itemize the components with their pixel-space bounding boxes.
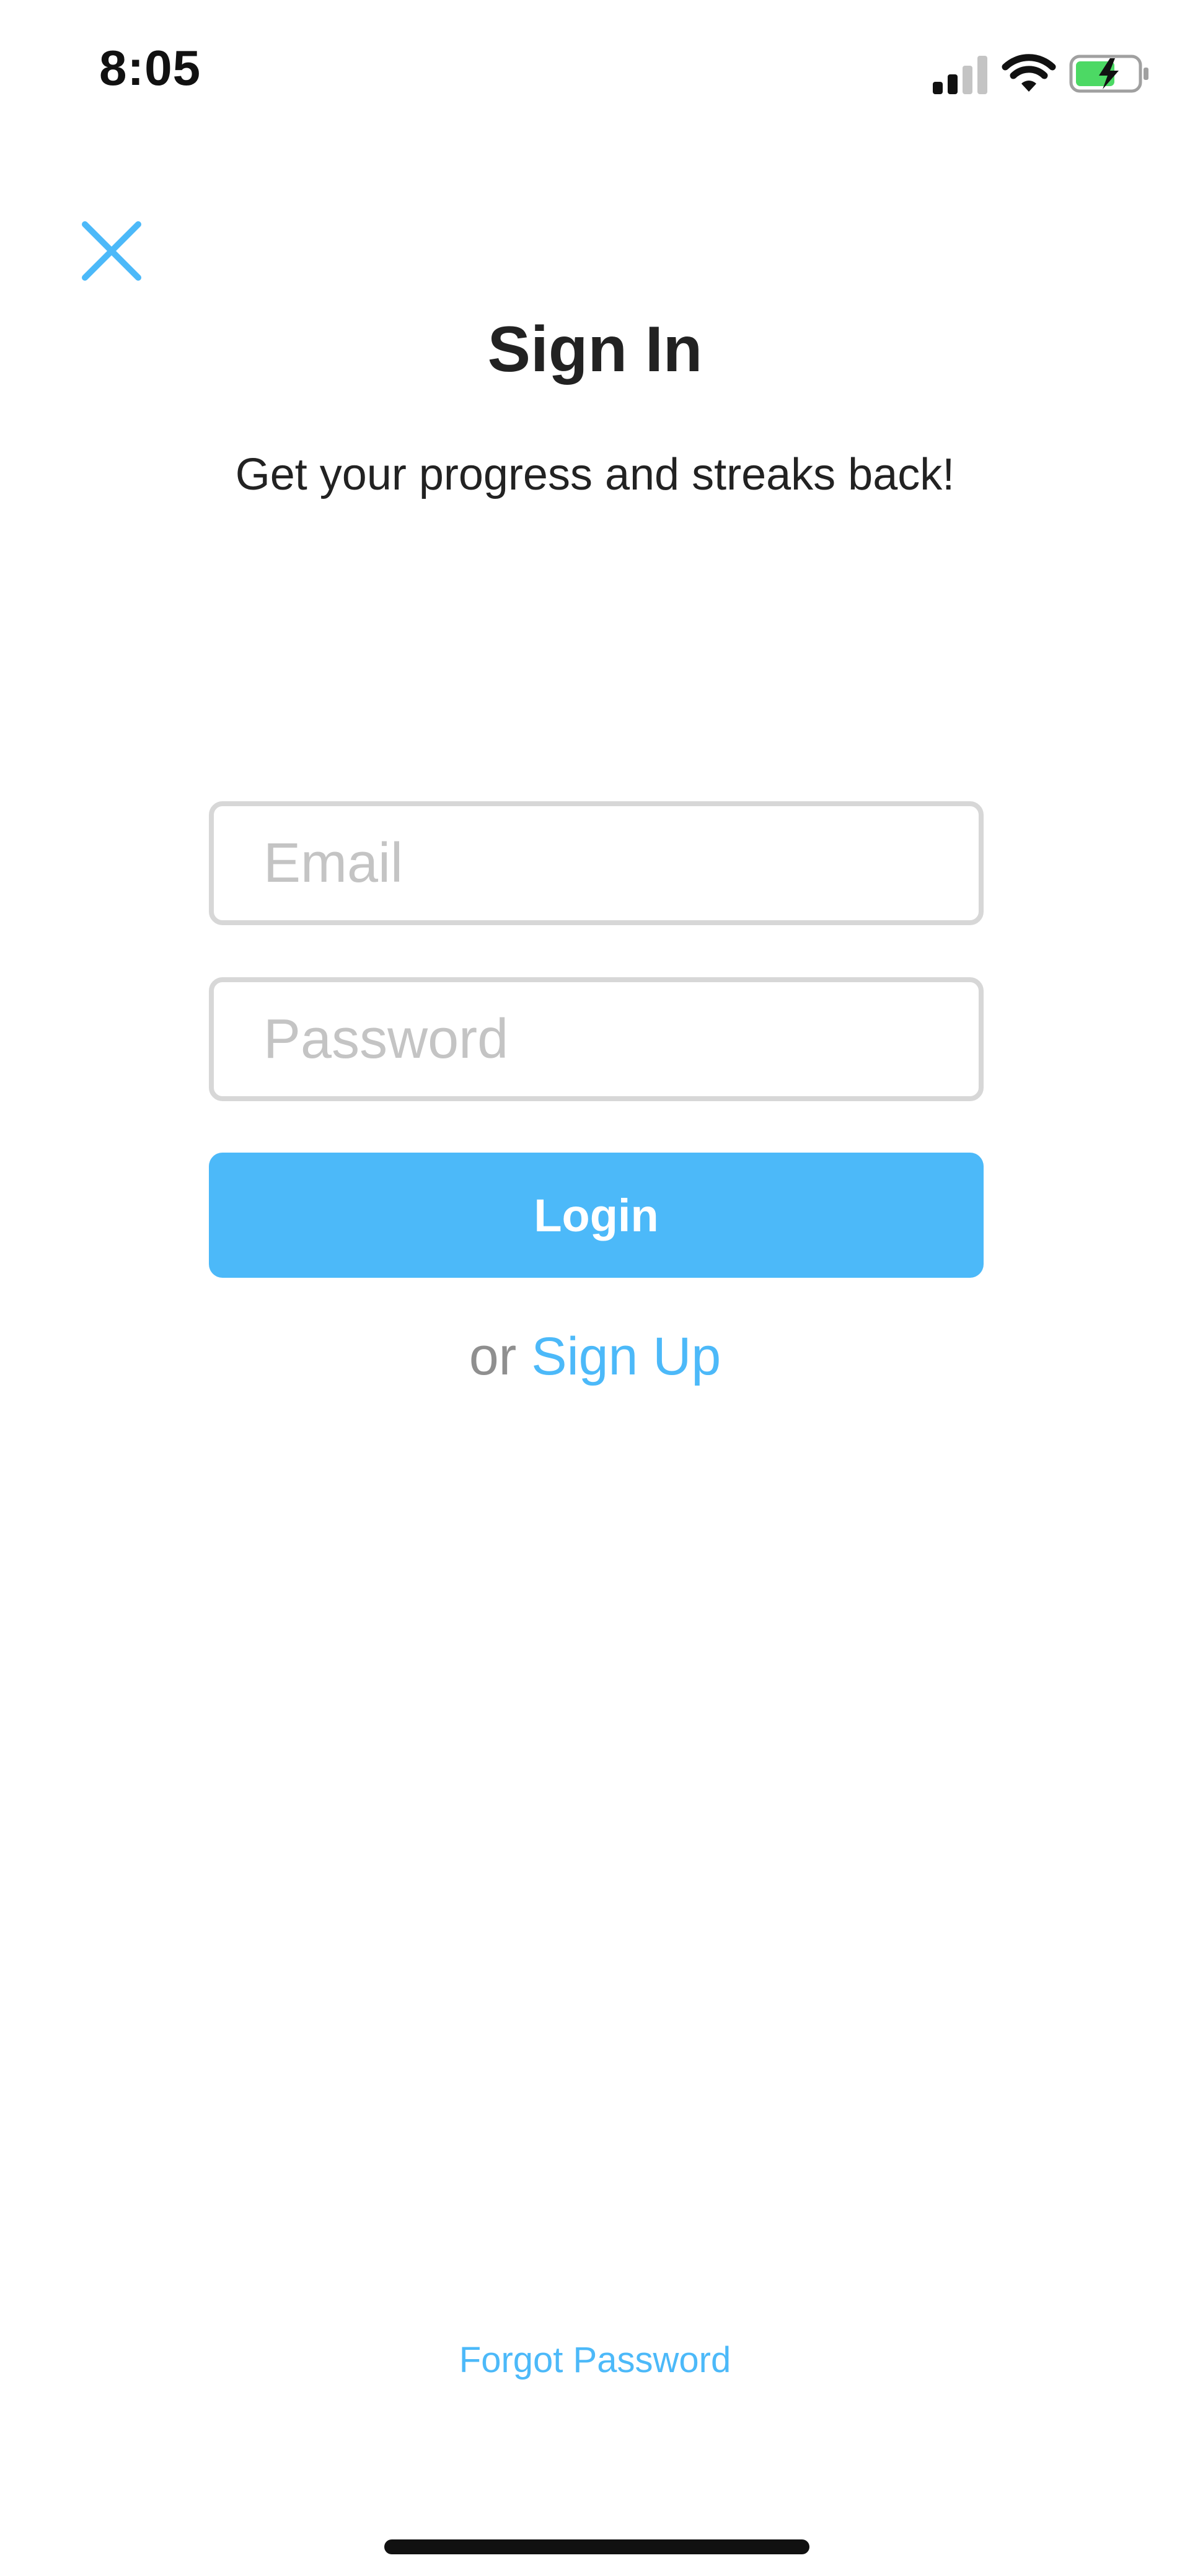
or-text: or <box>469 1327 517 1386</box>
wifi-icon <box>1002 54 1056 92</box>
status-time: 8:05 <box>99 40 201 95</box>
sign-up-link[interactable]: Sign Up <box>531 1327 721 1386</box>
home-indicator[interactable] <box>384 2539 809 2554</box>
page-subtitle: Get your progress and streaks back! <box>235 450 955 499</box>
email-field[interactable] <box>209 801 984 925</box>
password-field[interactable] <box>209 977 984 1101</box>
signup-row: or Sign Up <box>0 1326 1190 1387</box>
forgot-password-link[interactable]: Forgot Password <box>0 2339 1190 2381</box>
page-title: Sign In <box>487 314 703 385</box>
battery-charging-icon <box>1069 55 1148 93</box>
login-button[interactable]: Login <box>209 1153 984 1278</box>
cellular-signal-icon <box>933 56 987 94</box>
close-icon[interactable] <box>77 217 146 285</box>
